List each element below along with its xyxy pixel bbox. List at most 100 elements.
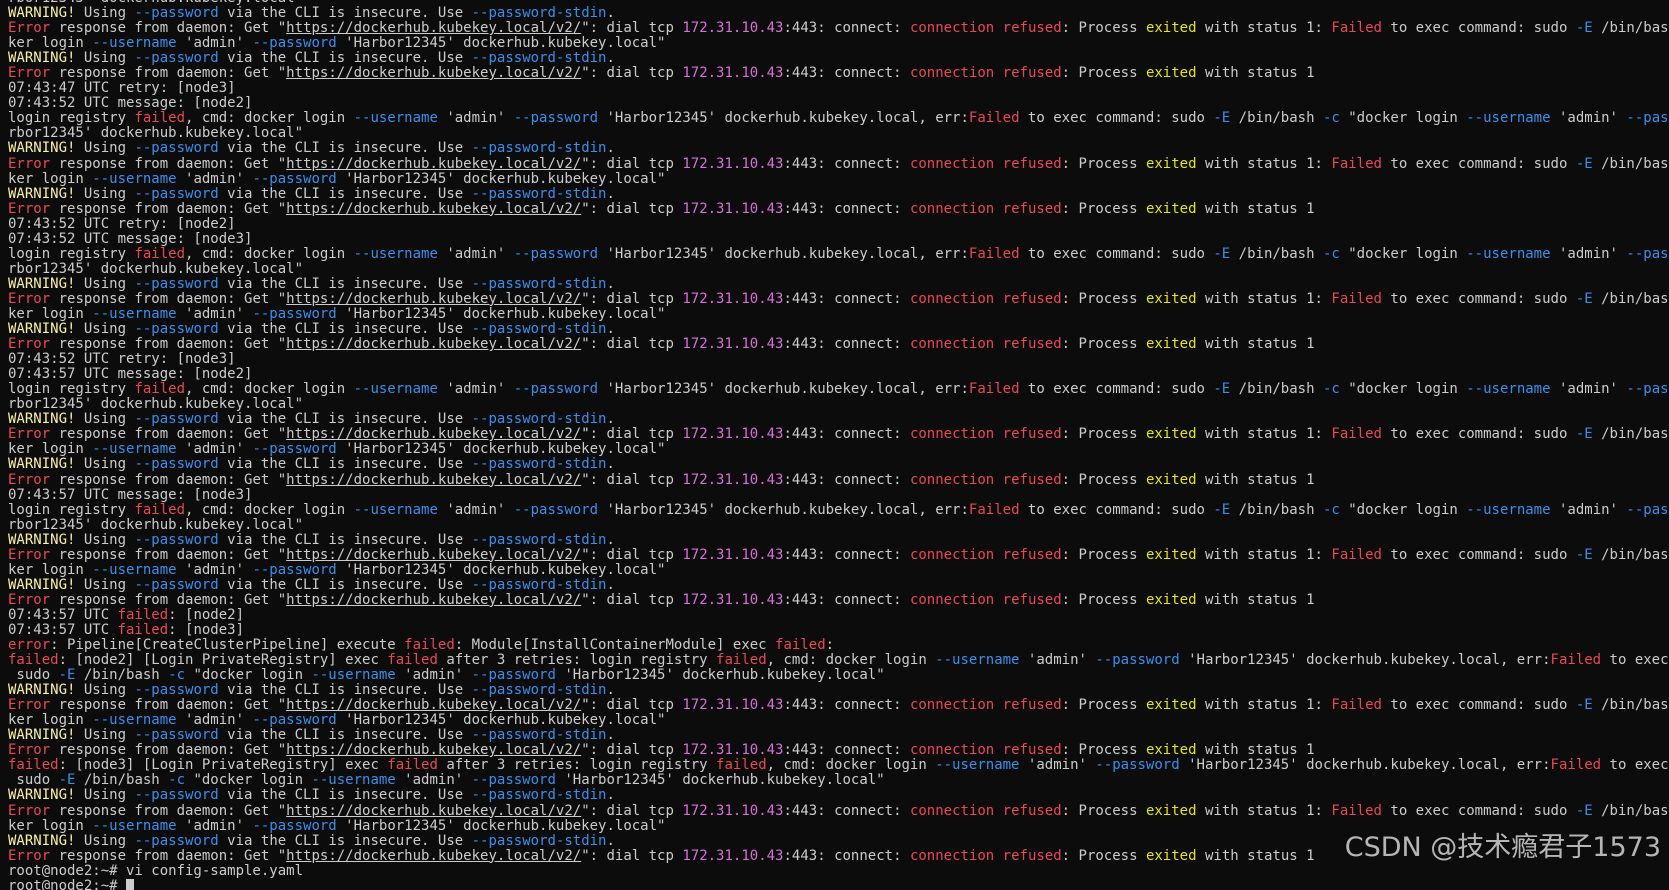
terminal-text: failed [117, 606, 169, 623]
terminal-text: WARNING! [8, 411, 76, 428]
terminal-text: -E [1575, 20, 1593, 37]
terminal-text: via the CLI is insecure. Use [218, 411, 472, 428]
terminal-text: ": dial tcp [581, 802, 683, 819]
terminal-text: : [825, 637, 835, 654]
terminal-text: Error [8, 847, 51, 864]
terminal-text: 172.31.10.43 [682, 20, 784, 37]
terminal-text: :443: connect: [783, 290, 910, 307]
terminal-text: :443: connect: [783, 847, 910, 864]
terminal-line: WARNING! Using --password via the CLI is… [8, 412, 1669, 427]
terminal-text: with status 1: [1196, 802, 1332, 819]
terminal-text: --password [134, 275, 219, 292]
terminal-text: via the CLI is insecure. Use [218, 140, 472, 157]
terminal-text: "docker login [1339, 110, 1467, 127]
terminal-text: 'admin' [1019, 757, 1096, 774]
terminal-text: failed [8, 652, 59, 669]
terminal-text: --username [935, 757, 1020, 774]
terminal-text: Using [75, 275, 135, 292]
terminal-text: Error [8, 290, 51, 307]
terminal-text: Using [75, 531, 135, 548]
terminal-text: : [node3] [168, 621, 245, 638]
terminal-text: -E [1213, 381, 1231, 398]
terminal-text: :443: connect: [783, 426, 910, 443]
terminal-text: : Process [1061, 290, 1146, 307]
terminal-text: response from daemon: Get " [50, 546, 287, 563]
terminal-text: 'admin' [395, 667, 472, 684]
terminal-text: ": dial tcp [581, 847, 683, 864]
terminal-text: -c [168, 667, 186, 684]
terminal-text: : Process [1061, 65, 1146, 82]
terminal-text: . [606, 787, 615, 804]
terminal-text: --password-stdin [471, 50, 607, 67]
terminal-text: :443: connect: [783, 65, 910, 82]
terminal-text: Failed [1550, 652, 1602, 669]
terminal-text: exited [1145, 591, 1197, 608]
terminal-text: Using [75, 682, 135, 699]
terminal-text: /bin/bash [75, 772, 169, 789]
terminal-cursor [126, 878, 135, 890]
terminal-text: Using [75, 50, 135, 67]
terminal-text: root@node2:~# [8, 877, 127, 890]
terminal-text: connection refused [909, 20, 1062, 37]
terminal-text: : [node2] [Login PrivateRegistry] exec [58, 652, 388, 669]
terminal-text: 'admin' [176, 441, 253, 458]
terminal-text: Failed [968, 381, 1020, 398]
terminal-text: : Process [1061, 742, 1146, 759]
terminal-line: root@node2:~# [8, 877, 1669, 890]
terminal-text: failed [117, 621, 169, 638]
terminal-text: --password-stdin [471, 275, 607, 292]
terminal-text: :443: connect: [783, 802, 910, 819]
terminal-text: to exec command: sudo [1381, 290, 1576, 307]
terminal-text: -c [1322, 245, 1340, 262]
terminal-text: --password [134, 5, 219, 22]
terminal-line: Error response from daemon: Get "https:/… [8, 743, 1669, 758]
terminal-text: WARNING! [8, 50, 76, 67]
terminal-text: -E [1575, 426, 1593, 443]
terminal-text: , cmd: docker login [766, 757, 936, 774]
terminal-text: --password-stdin [471, 140, 607, 157]
terminal-text: Failed [1331, 802, 1382, 819]
terminal-text: --password [513, 110, 599, 127]
terminal-line: WARNING! Using --password via the CLI is… [8, 275, 1669, 292]
terminal-text: response from daemon: Get " [50, 155, 287, 172]
terminal-text: exited [1145, 471, 1197, 488]
terminal-text: 172.31.10.43 [682, 336, 784, 353]
url-text: https://dockerhub.kubekey.local/v2/ [286, 742, 582, 759]
terminal-text: "docker login [1339, 381, 1467, 398]
terminal-text: login registry [8, 245, 135, 262]
terminal-text: ker login [8, 441, 93, 458]
terminal-line: ker login --username 'admin' --password … [8, 442, 1669, 457]
terminal-line: WARNING! Using --password via the CLI is… [8, 457, 1669, 472]
terminal-text: --username [92, 817, 177, 834]
terminal-text: -E [1213, 501, 1231, 518]
terminal-text: Using [75, 832, 135, 849]
terminal-line: login registry failed, cmd: docker login… [8, 382, 1669, 397]
terminal-text: 'admin' [1550, 110, 1627, 127]
terminal-text: -E [58, 772, 76, 789]
terminal-text: 'Harbor12345' dockerhub.kubekey.local" [336, 441, 666, 458]
terminal-text: --password [134, 832, 219, 849]
terminal-text: with status 1 [1196, 65, 1315, 82]
terminal-text: 172.31.10.43 [682, 802, 784, 819]
terminal-text: Error [8, 200, 51, 217]
terminal-text: Error [8, 336, 51, 353]
terminal-text: :443: connect: [783, 591, 910, 608]
terminal-text: -c [1322, 501, 1340, 518]
terminal-text: --password [1626, 245, 1669, 262]
terminal-text: /bin/bash [1230, 245, 1323, 262]
terminal-line: 07:43:52 UTC message: [node3] [8, 231, 1669, 247]
terminal-line: WARNING! Using --password via the CLI is… [8, 728, 1669, 743]
terminal-text: Failed [1331, 290, 1382, 307]
terminal-text: WARNING! [8, 5, 76, 22]
terminal-line: ker login --username 'admin' --password … [8, 171, 1669, 187]
terminal-output[interactable]: rbor12345' dockerhub.kubekey.local"WARNI… [0, 0, 1669, 890]
terminal-text: Failed [1331, 697, 1382, 714]
terminal-text: : Process [1061, 155, 1146, 172]
terminal-text: to exec command: sudo [1019, 110, 1214, 127]
terminal-text: response from daemon: Get " [50, 426, 287, 443]
terminal-text: connection refused [909, 546, 1062, 563]
terminal-text: WARNING! [8, 531, 76, 548]
terminal-text: failed [134, 381, 186, 398]
terminal-text: ": dial tcp [581, 742, 683, 759]
terminal-text: Using [75, 140, 135, 157]
